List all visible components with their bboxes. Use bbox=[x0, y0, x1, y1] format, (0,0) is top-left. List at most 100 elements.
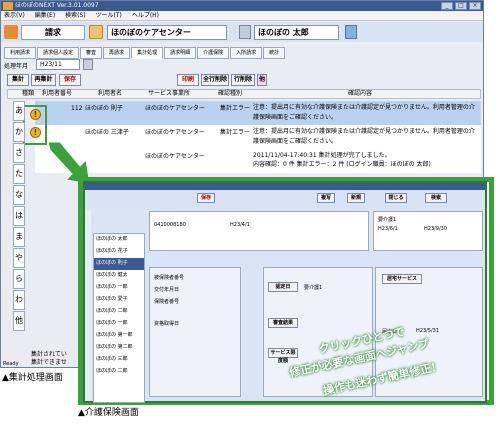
exam-result-button[interactable]: 審査結果 bbox=[268, 318, 298, 328]
tab-5[interactable]: 請求明細 bbox=[164, 47, 197, 59]
row-office: ほのぼのケアセンター bbox=[145, 105, 205, 112]
row-check-type: 集計エラー bbox=[220, 129, 251, 136]
kaigo-new-button[interactable]: 新規 bbox=[347, 193, 365, 203]
caption-left: ▲集計処理画面 bbox=[2, 373, 63, 383]
col-check-content: 確認内容 bbox=[348, 90, 373, 97]
list-item[interactable]: ほのぼの 一郎 bbox=[94, 282, 144, 294]
user-field[interactable]: ほのぼの 太郎 bbox=[254, 25, 339, 40]
tab-7[interactable]: 入所請求 bbox=[230, 47, 263, 59]
cert-from: H23/6/1 bbox=[378, 226, 398, 232]
kaigo-close-button[interactable]: 閉じる bbox=[385, 193, 407, 203]
kaigo-cert-table: 要介護1 H23/6/1 H23/9/30 bbox=[373, 211, 483, 251]
limit-button[interactable]: サービス限度額 bbox=[268, 348, 298, 364]
kaigo-save-button[interactable]: 保存 bbox=[197, 193, 215, 203]
row-check-type: 集計エラー bbox=[220, 105, 251, 112]
save-button[interactable]: 保存 bbox=[59, 74, 81, 86]
col-check-type: 確認種別 bbox=[218, 90, 243, 97]
delete-all-button[interactable]: 全行削除 bbox=[201, 74, 229, 86]
list-item[interactable]: ほのぼの 健太 bbox=[94, 270, 144, 282]
row-user-name: ほのぼの 三津子 bbox=[85, 129, 129, 136]
kana-tab[interactable]: は bbox=[13, 206, 25, 226]
list-item[interactable]: ほのぼの 則子 bbox=[94, 258, 144, 270]
kana-tab[interactable]: た bbox=[13, 164, 25, 184]
menu-search[interactable]: 検索(S) bbox=[65, 12, 86, 19]
tab-0[interactable]: 利用請求 bbox=[4, 47, 37, 59]
list-item[interactable]: ほのぼの 愛子 bbox=[94, 294, 144, 306]
home-icon[interactable] bbox=[4, 25, 18, 39]
list-item[interactable]: ほのぼの 三郎 bbox=[94, 354, 144, 366]
kana-tab[interactable]: ら bbox=[13, 269, 25, 289]
list-item[interactable]: ほのぼの 花子 bbox=[94, 246, 144, 258]
tab-8[interactable]: 統計 bbox=[263, 47, 286, 59]
office-field[interactable]: ほのぼのケアセンター bbox=[107, 25, 227, 40]
title-bar: ほのぼのNEXT Ver.3.01.0097 bbox=[1, 1, 483, 11]
kana-tab[interactable]: か bbox=[13, 122, 25, 142]
app-select[interactable]: 請求 bbox=[21, 25, 85, 40]
row-user-no: 112 bbox=[71, 105, 83, 112]
row-user-name: ほのぼの 則子 bbox=[85, 105, 123, 112]
list-item[interactable]: ほのぼの 二郎 bbox=[94, 366, 144, 378]
kana-tab[interactable]: や bbox=[13, 248, 25, 268]
refresh-icon[interactable] bbox=[345, 25, 357, 39]
tab-2[interactable]: 審査 bbox=[80, 47, 103, 59]
kana-tab[interactable]: わ bbox=[13, 290, 25, 310]
table-header: 種類 利用者番号 利用者名 サービス事業所 確認種別 確認内容 bbox=[7, 89, 481, 99]
cert-date-button[interactable]: 認定日 bbox=[268, 282, 298, 292]
tab-3[interactable]: 再請求 bbox=[103, 47, 131, 59]
user-icon[interactable] bbox=[239, 25, 251, 39]
list-item[interactable]: ほのぼの 第二郎 bbox=[94, 342, 144, 354]
maximize-button[interactable]: □ bbox=[455, 2, 467, 10]
kana-tab[interactable]: ま bbox=[13, 227, 25, 247]
kaigo-history-table: 0410008180 H23/4/1 bbox=[149, 211, 369, 251]
menu-bar: 表示(V) 編集(E) 検索(S) ツール(T) ヘルプ(H) bbox=[1, 11, 483, 21]
folder-icon[interactable] bbox=[89, 25, 103, 39]
cert-to: H23/9/30 bbox=[424, 226, 448, 232]
tab-bar: 利用請求 請求個人設定 審査 再請求 集計処理 請求明細 介護保険 入所請求 統計 bbox=[4, 47, 286, 59]
kana-index: あ か さ た な は ま や ら わ 他 bbox=[13, 101, 27, 332]
calendar-icon[interactable] bbox=[83, 59, 93, 70]
kaigo-search-button[interactable]: 検索 bbox=[425, 193, 447, 203]
other-button[interactable]: 他 bbox=[257, 74, 267, 86]
row-check-summary: 内容確認：0 件 集計エラー：2 件 (ログイン職員：ほのぼの 太郎) bbox=[253, 161, 431, 168]
home-service-button[interactable]: 居宅サービス bbox=[382, 274, 422, 284]
kana-tab[interactable]: あ bbox=[13, 101, 25, 121]
kana-tab[interactable]: さ bbox=[13, 143, 25, 163]
menu-view[interactable]: 表示(V) bbox=[4, 12, 25, 19]
list-item[interactable]: ほのぼの 第一郎 bbox=[94, 330, 144, 342]
toolbar: 請求 ほのぼのケアセンター ほのぼの 太郎 bbox=[1, 22, 483, 42]
insurer-no: 0410008180 bbox=[154, 222, 186, 228]
period-field[interactable]: H23/11 bbox=[36, 59, 80, 70]
status-note-2: 集計できませ bbox=[31, 359, 67, 366]
list-item[interactable]: ほのぼの 二郎 bbox=[94, 306, 144, 318]
menu-tools[interactable]: ツール(T) bbox=[96, 12, 122, 19]
aggregate-button[interactable]: 集計 bbox=[7, 74, 29, 86]
list-item[interactable]: ほのぼの 一郎 bbox=[94, 318, 144, 330]
table-row[interactable]: ほのぼの 三津子 ほのぼのケアセンター 集計エラー 注意：提出月に有効な介護保険… bbox=[35, 125, 481, 149]
kana-tab[interactable]: な bbox=[13, 185, 25, 205]
kaigo-copy-button[interactable]: 複写 bbox=[317, 193, 335, 203]
minimize-button[interactable]: _ bbox=[441, 2, 453, 10]
col-user-name: 利用者名 bbox=[98, 90, 123, 97]
menu-help[interactable]: ヘルプ(H) bbox=[132, 12, 159, 19]
tab-1[interactable]: 請求個人設定 bbox=[37, 47, 80, 59]
close-button[interactable]: × bbox=[469, 2, 481, 10]
print-button[interactable]: 印刷 bbox=[177, 74, 199, 86]
notify-date: H23/5/31 bbox=[416, 328, 440, 334]
kana-tab[interactable]: 他 bbox=[13, 311, 25, 331]
tab-6[interactable]: 介護保険 bbox=[197, 47, 230, 59]
kaigo-kana-strip bbox=[85, 210, 91, 400]
warning-icon[interactable]: ! bbox=[30, 127, 41, 138]
reaggregate-button[interactable]: 再集計 bbox=[31, 74, 56, 86]
table-row[interactable]: ほのぼのケアセンター 2011/11/04-17:40:31 集計処理が完了しま… bbox=[35, 149, 481, 173]
row-check-content: 注意：提出月に有効な介護保険または介護認定が見つかりません。利用者管理の介護保険… bbox=[253, 128, 475, 145]
window-title: ほのぼのNEXT Ver.3.01.0097 bbox=[15, 2, 99, 9]
kaigo-user-list: ほのぼの 太郎 ほのぼの 花子 ほのぼの 則子 ほのぼの 健太 ほのぼの 一郎 … bbox=[93, 233, 145, 403]
col-office: サービス事業所 bbox=[148, 90, 191, 97]
list-item[interactable]: ほのぼの 太郎 bbox=[94, 234, 144, 246]
menu-edit[interactable]: 編集(E) bbox=[35, 12, 55, 19]
delete-row-button[interactable]: 行削除 bbox=[231, 74, 255, 86]
field-label: 資格取得日 bbox=[154, 321, 180, 327]
warning-icon[interactable]: ! bbox=[30, 109, 41, 120]
tab-4[interactable]: 集計処理 bbox=[131, 47, 164, 59]
table-row[interactable]: 112 ほのぼの 則子 ほのぼのケアセンター 集計エラー 注意：提出月に有効な介… bbox=[35, 101, 481, 125]
